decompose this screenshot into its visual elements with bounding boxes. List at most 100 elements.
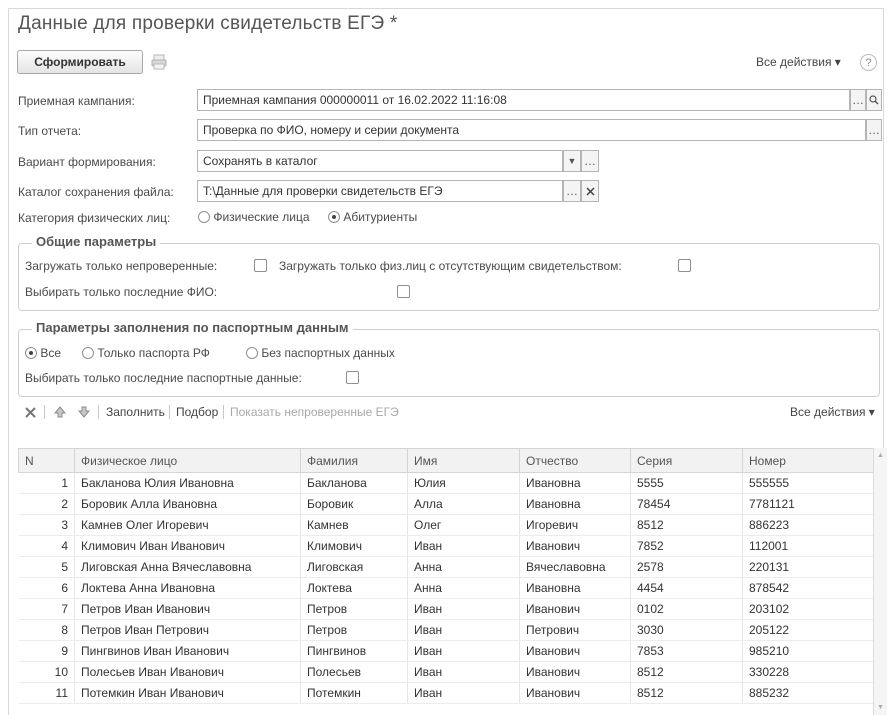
table-cell: Иван [407,682,520,704]
students-table[interactable]: N Физическое лицо Фамилия Имя Отчество Серия Н… [18,448,874,704]
close-icon [585,186,595,196]
table-cell: Петрович [519,619,631,641]
category-label: Категория физических лиц: [18,211,171,225]
report-type-field[interactable]: Проверка по ФИО, номеру и серии документ… [197,119,866,141]
variant-dropdown-button[interactable]: ▼ [563,150,581,172]
campaign-field[interactable]: Приемная кампания 000000011 от 16.02.202… [197,89,850,111]
table-cell: Лиговская [300,556,408,578]
table-row[interactable]: 6 Локтева Анна Ивановна Локтева Анна Ивановн… [18,577,874,599]
generate-button[interactable]: Сформировать [17,50,143,74]
only-last-passport-checkbox[interactable] [346,371,359,384]
table-cell: Петров Иван Петрович [74,619,301,641]
category-option-applicants[interactable]: Абитуриенты [328,210,417,224]
table-cell: Бакланова Юлия Ивановна [74,472,301,494]
table-cell: Иванович [519,682,631,704]
only-last-passport-label: Выбирать только последние паспортные дан… [25,371,302,385]
scroll-down-icon[interactable]: ▼ [877,704,884,711]
general-params-group [18,243,880,311]
table-cell: 78454 [630,493,743,515]
radio-none[interactable] [246,347,258,359]
only-missing-cert-label: Загружать только физ.лиц с отсутствующим… [279,259,622,273]
printer-icon[interactable] [150,53,168,71]
radio-all[interactable] [25,347,37,359]
table-cell: 2 [18,493,75,515]
passport-option-all[interactable]: Все [25,346,61,360]
table-cell: Бакланова [300,472,408,494]
table-cell: Иван [407,598,520,620]
table-cell: Климович [300,535,408,557]
column-header[interactable]: N [18,448,75,473]
table-cell: 985210 [742,640,874,662]
catalog-select-button[interactable]: … [563,180,581,202]
catalog-field[interactable]: T:\Данные для проверки свидетельств ЕГЭ [197,180,563,202]
table-cell: 203102 [742,598,874,620]
table-cell: Петров [300,619,408,641]
table-cell: 8512 [630,661,743,683]
move-down-icon[interactable] [77,405,91,419]
table-row[interactable]: 1 Бакланова Юлия Ивановна Бакланова Юлия Ива… [18,472,874,494]
table-cell: Иван [407,619,520,641]
column-header[interactable]: Отчество [519,448,631,473]
scroll-up-icon[interactable]: ▲ [877,452,884,459]
table-cell: Вячеславовна [519,556,631,578]
search-icon [869,95,879,105]
table-cell: Боровик Алла Ивановна [74,493,301,515]
campaign-label: Приемная кампания: [18,94,135,108]
table-scrollbar[interactable]: ▲ ▼ [873,448,887,715]
only-last-fio-checkbox[interactable] [397,285,410,298]
catalog-clear-button[interactable] [581,180,599,202]
table-row[interactable]: 7 Петров Иван Иванович Петров Иван Иванович 0… [18,598,874,620]
variant-field[interactable]: Сохранять в каталог [197,150,563,172]
variant-select-button[interactable]: … [581,150,599,172]
table-row[interactable]: 11 Потемкин Иван Иванович Потемкин Иван Иван… [18,682,874,704]
table-row[interactable]: 9 Пингвинов Иван Иванович Пингвинов Иван Ива… [18,640,874,662]
radio-rf[interactable] [82,347,94,359]
table-cell: Игоревич [519,514,631,536]
table-cell: 11 [18,682,75,704]
all-actions-menu[interactable]: Все действия ▾ [756,55,841,69]
campaign-open-button[interactable] [866,89,882,111]
table-all-actions-menu[interactable]: Все действия ▾ [790,405,875,419]
column-header[interactable]: Номер [742,448,874,473]
table-cell: 112001 [742,535,874,557]
report-type-select-button[interactable]: … [866,119,882,141]
table-cell: 6 [18,577,75,599]
category-option-individuals[interactable]: Физические лица [198,210,310,224]
table-cell: Иванович [519,535,631,557]
table-row[interactable]: 8 Петров Иван Петрович Петров Иван Петрович 3… [18,619,874,641]
table-row[interactable]: 5 Лиговская Анна Вячеславовна Лиговская Анн… [18,556,874,578]
pick-button[interactable]: Подбор [176,405,218,419]
fill-button[interactable]: Заполнить [106,405,165,419]
table-cell: 220131 [742,556,874,578]
passport-option-none[interactable]: Без паспортных данных [246,346,395,360]
table-cell: 3030 [630,619,743,641]
table-cell: 3 [18,514,75,536]
only-unchecked-checkbox[interactable] [254,259,267,272]
move-up-icon[interactable] [53,405,67,419]
table-row[interactable]: 2 Боровик Алла Ивановна Боровик Алла Ивановн… [18,493,874,515]
table-cell: 5 [18,556,75,578]
radio-applicants[interactable] [328,211,340,223]
column-header[interactable]: Фамилия [300,448,408,473]
only-missing-cert-checkbox[interactable] [678,259,691,272]
table-cell: 5555 [630,472,743,494]
column-header[interactable]: Имя [407,448,520,473]
delete-icon[interactable] [24,406,37,419]
table-row[interactable]: 4 Климович Иван Иванович Климович Иван Ивано… [18,535,874,557]
only-unchecked-label: Загружать только непроверенные: [25,259,218,273]
table-cell: Пингвинов [300,640,408,662]
table-row[interactable]: 3 Камнев Олег Игоревич Камнев Олег Игоревич 8… [18,514,874,536]
table-cell: 7 [18,598,75,620]
passport-option-rf[interactable]: Только паспорта РФ [82,346,210,360]
help-icon[interactable]: ? [860,54,877,71]
table-cell: Локтева [300,577,408,599]
column-header[interactable]: Серия [630,448,743,473]
table-row[interactable]: 10 Полесьев Иван Иванович Полесьев Иван Иван… [18,661,874,683]
column-header[interactable]: Физическое лицо [74,448,301,473]
table-cell: Иван [407,661,520,683]
campaign-select-button[interactable]: … [850,89,866,111]
table-cell: 4454 [630,577,743,599]
table-cell: 7852 [630,535,743,557]
show-unchecked-button[interactable]: Показать непроверенные ЕГЭ [230,405,399,419]
radio-individuals[interactable] [198,211,210,223]
